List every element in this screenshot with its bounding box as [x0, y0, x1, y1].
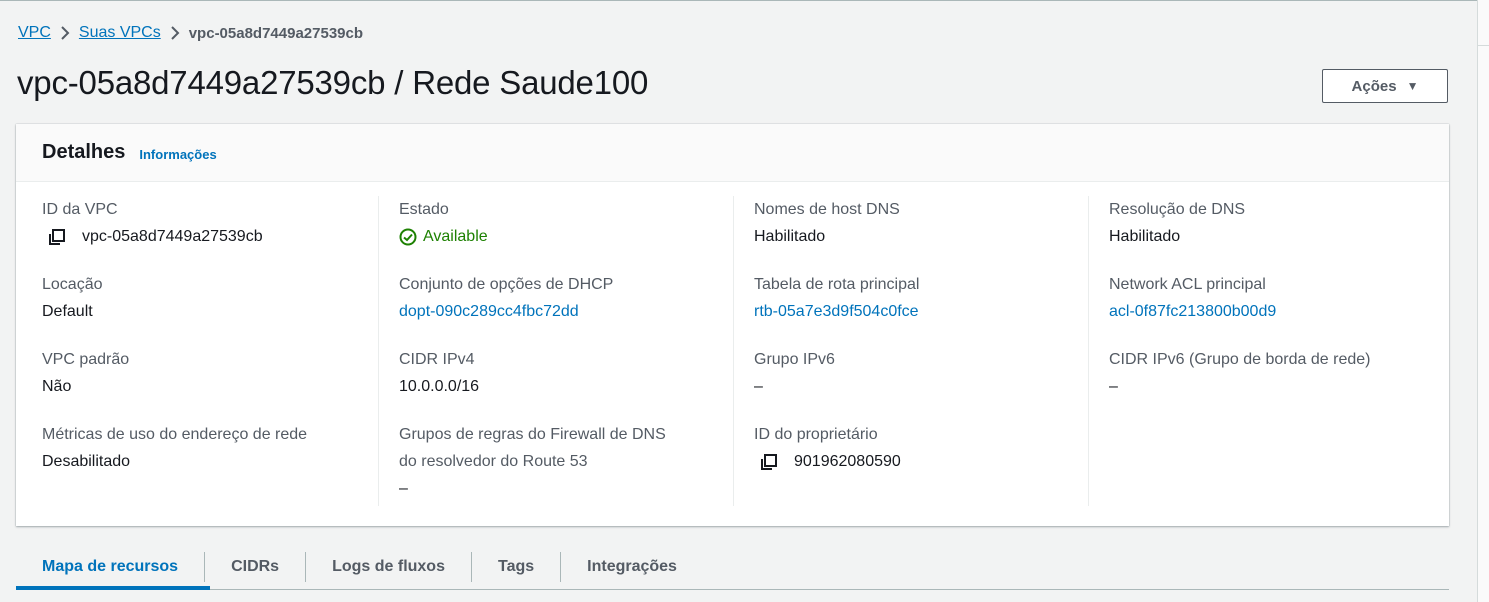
copy-icon[interactable]: [48, 228, 66, 246]
field-main-network-acl: Network ACL principal acl-0f87fc213800b0…: [1109, 271, 1439, 326]
field-main-route-table: Tabela de rota principal rtb-05a7e3d9f50…: [754, 271, 1084, 326]
field-value: 10.0.0.0/16: [399, 378, 480, 395]
status-positive-icon: [399, 228, 417, 246]
field-dns-hostnames: Nomes de host DNS Habilitado: [754, 196, 1084, 251]
details-column-2: Estado Available Conjunto de opções de D…: [378, 196, 733, 506]
field-label: Conjunto de opções de DHCP: [399, 276, 614, 293]
field-tenancy: Locação Default: [42, 271, 372, 326]
breadcrumb-link-vpc[interactable]: VPC: [18, 24, 51, 42]
field-label-line-1: Grupos de regras do Firewall de DNS: [399, 426, 666, 443]
field-value: 901962080590: [794, 453, 901, 470]
field-label: ID da VPC: [42, 201, 118, 218]
field-default-vpc: VPC padrão Não: [42, 346, 372, 401]
field-value: vpc-05a8d7449a27539cb: [82, 228, 263, 245]
field-label: CIDR IPv6 (Grupo de borda de rede): [1109, 351, 1371, 368]
field-label-line-2: do resolvedor do Route 53: [399, 453, 588, 470]
details-header: Detalhes Informações: [16, 124, 1449, 182]
active-tab-indicator: [16, 586, 210, 590]
chevron-right-icon: [161, 24, 189, 42]
tab-logs-de-fluxos[interactable]: Logs de fluxos: [305, 552, 471, 582]
details-column-4: Resolução de DNS Habilitado Network ACL …: [1088, 196, 1443, 506]
field-vpc-id: ID da VPC vpc-05a8d7449a27539cb: [42, 196, 372, 251]
breadcrumb-current: vpc-05a8d7449a27539cb: [188, 24, 364, 42]
caret-down-icon: ▼: [1406, 79, 1419, 93]
field-value: Não: [42, 378, 72, 395]
gutter-divider: [1478, 45, 1489, 46]
chevron-right-icon: [51, 24, 79, 42]
status-text: Available: [423, 228, 488, 245]
field-owner-id: ID do proprietário 901962080590: [754, 421, 1084, 476]
field-state: Estado Available: [399, 196, 729, 251]
breadcrumb-link-suas-vpcs[interactable]: Suas VPCs: [79, 24, 161, 42]
field-value: Habilitado: [754, 228, 826, 245]
field-ipv6-cidr-border-group: CIDR IPv6 (Grupo de borda de rede) –: [1109, 346, 1439, 401]
field-ipv4-cidr: CIDR IPv4 10.0.0.0/16: [399, 346, 729, 401]
field-label: ID do proprietário: [754, 426, 878, 443]
field-label: Estado: [399, 201, 449, 218]
copy-icon[interactable]: [760, 453, 778, 471]
field-label: Locação: [42, 276, 103, 293]
dhcp-options-link[interactable]: dopt-090c289cc4fbc72dd: [399, 298, 729, 326]
field-value: Default: [42, 303, 93, 320]
top-border: [0, 0, 1489, 1]
field-dns-resolution: Resolução de DNS Habilitado: [1109, 196, 1439, 251]
field-label: Resolução de DNS: [1109, 201, 1246, 218]
field-dhcp-options: Conjunto de opções de DHCP dopt-090c289c…: [399, 271, 729, 326]
main-route-table-link[interactable]: rtb-05a7e3d9f504c0fce: [754, 298, 1084, 326]
breadcrumb: VPC Suas VPCs vpc-05a8d7449a27539cb: [18, 24, 363, 42]
tab-integracoes[interactable]: Integrações: [560, 552, 703, 582]
tab-bar: Mapa de recursos CIDRs Logs de fluxos Ta…: [16, 545, 1449, 590]
field-label: Nomes de host DNS: [754, 201, 900, 218]
page-title: vpc-05a8d7449a27539cb / Rede Saude100: [17, 64, 649, 101]
field-label: Tabela de rota principal: [754, 276, 920, 293]
tab-cidrs[interactable]: CIDRs: [204, 552, 305, 582]
field-label: Grupo IPv6: [754, 351, 835, 368]
right-panel-gutter: [1477, 0, 1489, 602]
field-value-wrapper: Available: [399, 223, 729, 251]
details-panel: Detalhes Informações ID da VPC vpc-05a8d…: [16, 124, 1449, 526]
field-label: Métricas de uso do endereço de rede: [42, 426, 308, 443]
field-ipv6-pool: Grupo IPv6 –: [754, 346, 1084, 401]
field-dns-firewall-rule-groups: Grupos de regras do Firewall de DNS do r…: [399, 421, 729, 503]
tab-tags[interactable]: Tags: [470, 552, 560, 582]
field-label: Network ACL principal: [1109, 276, 1266, 293]
field-value: –: [754, 378, 763, 395]
details-title: Detalhes: [42, 141, 126, 163]
info-link[interactable]: Informações: [139, 147, 216, 162]
tab-mapa-de-recursos[interactable]: Mapa de recursos: [16, 552, 204, 582]
details-column-3: Nomes de host DNS Habilitado Tabela de r…: [733, 196, 1088, 506]
field-label: VPC padrão: [42, 351, 130, 368]
actions-button[interactable]: Ações ▼: [1322, 69, 1448, 103]
field-value: –: [1109, 378, 1118, 395]
field-value-wrapper: 901962080590: [754, 448, 1084, 476]
field-value: –: [399, 480, 408, 497]
details-grid: ID da VPC vpc-05a8d7449a27539cb Locação …: [16, 182, 1449, 526]
field-network-address-usage-metrics: Métricas de uso do endereço de rede Desa…: [42, 421, 372, 476]
actions-button-label: Ações: [1351, 77, 1397, 95]
field-label: CIDR IPv4: [399, 351, 475, 368]
field-value: Desabilitado: [42, 453, 131, 470]
field-value: Habilitado: [1109, 228, 1181, 245]
field-value-wrapper: vpc-05a8d7449a27539cb: [42, 223, 372, 251]
details-column-1: ID da VPC vpc-05a8d7449a27539cb Locação …: [42, 196, 377, 506]
main-network-acl-link[interactable]: acl-0f87fc213800b00d9: [1109, 298, 1439, 326]
